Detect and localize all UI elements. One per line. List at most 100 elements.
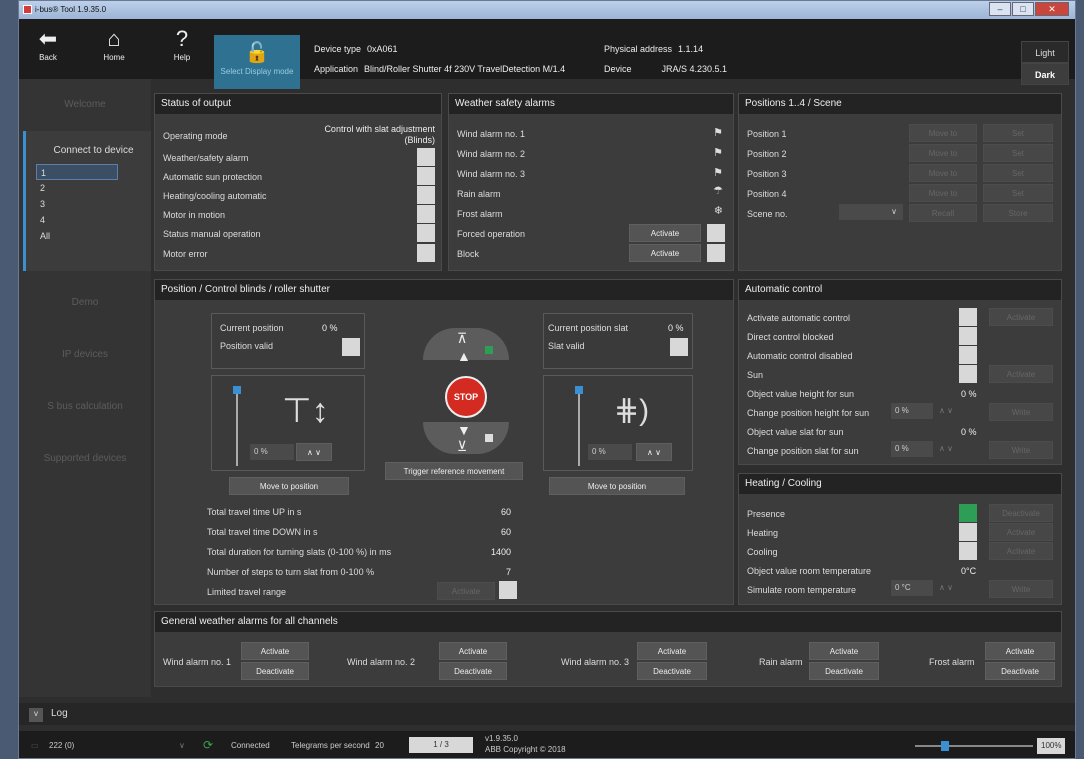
up-button[interactable]: ▲ (457, 348, 471, 364)
operating-mode-label: Operating mode (163, 131, 228, 141)
temperature-write-button[interactable]: Write (989, 580, 1053, 598)
top-end-button[interactable]: ⊼ (457, 330, 467, 347)
channel-item[interactable]: 3 (36, 196, 118, 212)
down-button[interactable]: ▼ (457, 422, 471, 438)
slat-sun-stepper[interactable]: ∧ ∨ (939, 444, 953, 453)
general-deactivate-button[interactable]: Deactivate (241, 662, 309, 680)
general-activate-button[interactable]: Activate (637, 642, 707, 660)
port-icon: ▭ (31, 741, 39, 750)
slat-stepper[interactable]: ∧ ∨ (636, 443, 672, 461)
auto-label: Object value slat for sun (747, 427, 844, 437)
channel-item[interactable]: 4 (36, 212, 118, 228)
sidebar-item-welcome[interactable]: Welcome (19, 79, 151, 131)
general-activate-button[interactable]: Activate (809, 642, 879, 660)
heating-activate-button[interactable]: Activate (989, 523, 1053, 541)
sidebar-item-sbus[interactable]: S bus calculation (19, 381, 151, 433)
height-sun-input[interactable]: 0 % (891, 403, 933, 419)
auto-activate-button[interactable]: Activate (989, 308, 1053, 326)
position-slider-handle[interactable] (233, 386, 241, 394)
slat-position-label: Current position slat (548, 323, 629, 333)
connect-label: Connect to device (53, 145, 134, 156)
general-deactivate-button[interactable]: Deactivate (809, 662, 879, 680)
minimize-button[interactable]: ‒ (989, 2, 1011, 16)
heat-label: Simulate room temperature (747, 585, 857, 595)
port-dropdown-icon[interactable]: ∨ (179, 731, 185, 758)
param-label: Total travel time UP in s (207, 507, 302, 517)
chevron-down-icon: ∨ (891, 207, 897, 216)
slat-slider-handle[interactable] (575, 386, 583, 394)
back-button[interactable]: ⬅ Back (27, 25, 69, 62)
temperature-stepper[interactable]: ∧ ∨ (939, 583, 953, 592)
position-input[interactable]: 0 % (250, 444, 294, 460)
trigger-reference-button[interactable]: Trigger reference movement (385, 462, 523, 480)
sun-activate-button[interactable]: Activate (989, 365, 1053, 383)
move-to-button[interactable]: Move to (909, 184, 977, 202)
set-button[interactable]: Set (983, 164, 1053, 182)
auto-label: Automatic control disabled (747, 351, 853, 361)
slat-move-to-position-button[interactable]: Move to position (549, 477, 685, 495)
presence-deactivate-button[interactable]: Deactivate (989, 504, 1053, 522)
block-activate-button[interactable]: Activate (629, 244, 701, 262)
sidebar-item-supported[interactable]: Supported devices (19, 433, 151, 485)
height-write-button[interactable]: Write (989, 403, 1053, 421)
recall-button[interactable]: Recall (909, 204, 977, 222)
general-deactivate-button[interactable]: Deactivate (637, 662, 707, 680)
page-indicator[interactable]: 1 / 3 (409, 737, 473, 753)
general-deactivate-button[interactable]: Deactivate (439, 662, 507, 680)
sidebar-item-ip[interactable]: IP devices (19, 329, 151, 381)
zoom-slider[interactable] (915, 745, 1033, 747)
room-temperature-value: 0°C (961, 566, 977, 576)
dark-theme-button[interactable]: Dark (1021, 63, 1069, 85)
weather-alarms-panel: Weather safety alarms Wind alarm no. 1 ⚑ … (448, 93, 734, 271)
channel-item[interactable]: 1 (36, 164, 118, 180)
select-display-mode-button[interactable]: 🔓 Select Display mode (214, 35, 300, 89)
set-button[interactable]: Set (983, 144, 1053, 162)
move-to-button[interactable]: Move to (909, 124, 977, 142)
general-activate-button[interactable]: Activate (241, 642, 309, 660)
auto-label: Object value height for sun (747, 389, 855, 399)
sidebar-item-connect[interactable]: Connect to device 1 2 3 4 All (23, 131, 151, 271)
help-button[interactable]: ? Help (161, 25, 203, 62)
refresh-icon[interactable]: ⟳ (203, 731, 213, 758)
log-bar[interactable]: v Log (19, 703, 1075, 725)
heating-cooling-panel: Heating / Cooling Presence Deactivate Hea… (738, 473, 1062, 605)
slat-write-button[interactable]: Write (989, 441, 1053, 459)
general-activate-button[interactable]: Activate (985, 642, 1055, 660)
auto-label: Sun (747, 370, 764, 380)
param-value: 1400 (490, 547, 511, 557)
slat-sun-input[interactable]: 0 % (891, 441, 933, 457)
forced-operation-activate-button[interactable]: Activate (629, 224, 701, 242)
move-to-button[interactable]: Move to (909, 164, 977, 182)
position-slider[interactable] (236, 390, 238, 466)
home-button[interactable]: ⌂ Home (93, 25, 135, 62)
scene-select[interactable]: ∨ (839, 204, 903, 220)
close-button[interactable]: ✕ (1035, 2, 1069, 16)
light-theme-button[interactable]: Light (1021, 41, 1069, 63)
position-stepper[interactable]: ∧ ∨ (296, 443, 332, 461)
current-position-box: Current position 0 % Position valid (211, 313, 365, 369)
simulate-temperature-input[interactable]: 0 °C (891, 580, 933, 596)
move-to-position-button[interactable]: Move to position (229, 477, 349, 495)
set-button[interactable]: Set (983, 124, 1053, 142)
general-activate-button[interactable]: Activate (439, 642, 507, 660)
bottom-end-button[interactable]: ⊻ (457, 438, 467, 455)
device-info-left: Device type 0xA061 Application Blind/Rolle… (314, 44, 566, 74)
slat-slider[interactable] (578, 390, 580, 466)
cooling-activate-button[interactable]: Activate (989, 542, 1053, 560)
slat-input[interactable]: 0 % (588, 444, 632, 460)
limited-travel-activate-button[interactable]: Activate (437, 582, 495, 600)
home-icon: ⌂ (107, 26, 121, 51)
set-button[interactable]: Set (983, 184, 1053, 202)
store-button[interactable]: Store (983, 204, 1053, 222)
general-deactivate-button[interactable]: Deactivate (985, 662, 1055, 680)
weather-label: Rain alarm (457, 189, 501, 199)
stop-button[interactable]: STOP (445, 376, 487, 418)
channel-item[interactable]: All (36, 228, 118, 244)
maximize-button[interactable]: □ (1012, 2, 1034, 16)
sidebar-item-demo[interactable]: Demo (19, 277, 151, 329)
log-toggle-icon[interactable]: v (29, 708, 43, 722)
height-sun-stepper[interactable]: ∧ ∨ (939, 406, 953, 415)
zoom-slider-handle[interactable] (940, 741, 949, 751)
move-to-button[interactable]: Move to (909, 144, 977, 162)
channel-item[interactable]: 2 (36, 180, 118, 196)
